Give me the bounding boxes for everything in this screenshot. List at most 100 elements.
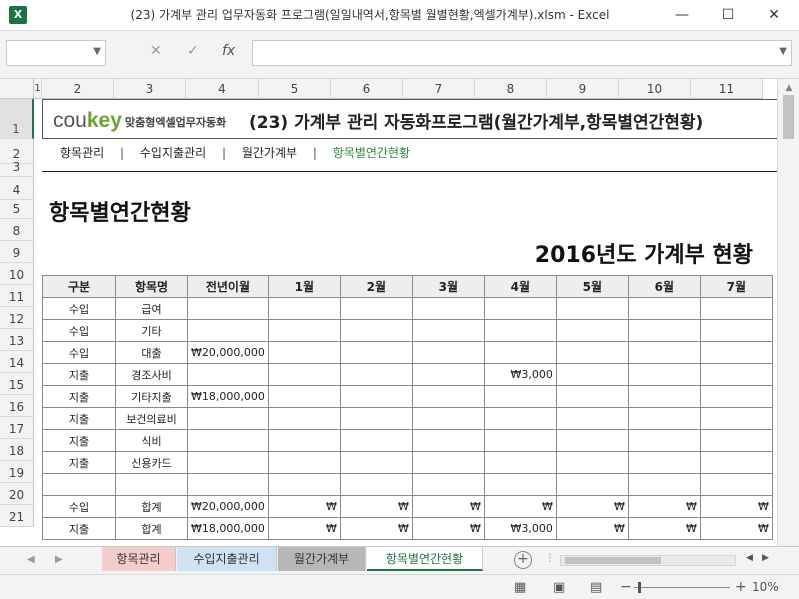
column-title-cell[interactable]: 1월 (267, 275, 341, 298)
table-cell[interactable]: 지출 (42, 385, 116, 408)
tab-annual-status[interactable]: 항목별연간현황 (367, 547, 483, 571)
table-cell[interactable] (483, 473, 557, 496)
column-title-cell[interactable]: 전년이월 (187, 275, 269, 298)
table-cell[interactable] (339, 385, 413, 408)
table-cell[interactable] (555, 473, 629, 496)
table-cell[interactable] (267, 363, 341, 386)
column-title-cell[interactable]: 5월 (555, 275, 629, 298)
tab-monthly-ledger[interactable]: 월간가계부 (278, 547, 366, 571)
table-cell[interactable] (339, 473, 413, 496)
column-header[interactable]: 5 (259, 79, 331, 99)
table-cell[interactable]: ₩20,000,000 (187, 495, 269, 518)
table-cell[interactable] (699, 297, 773, 320)
table-cell[interactable] (411, 363, 485, 386)
chevron-down-icon[interactable]: ▼ (93, 46, 101, 57)
scroll-left-icon[interactable]: ◀ (746, 553, 753, 563)
table-cell[interactable]: ₩ (627, 517, 701, 540)
table-cell[interactable] (627, 319, 701, 342)
table-cell[interactable]: 지출 (42, 451, 116, 474)
column-header[interactable]: 11 (691, 79, 763, 99)
row-header[interactable]: 3 (0, 160, 34, 177)
row-header[interactable]: 12 (0, 307, 34, 329)
maximize-button[interactable]: ☐ (705, 0, 751, 31)
table-cell[interactable] (555, 429, 629, 452)
table-cell[interactable] (627, 407, 701, 430)
row-header[interactable]: 21 (0, 505, 34, 527)
table-cell[interactable] (627, 429, 701, 452)
page-layout-icon[interactable]: ▣ (553, 580, 565, 595)
table-cell[interactable]: ₩ (411, 517, 485, 540)
row-header[interactable]: 16 (0, 395, 34, 417)
row-header[interactable]: 5 (0, 200, 34, 219)
table-cell[interactable]: 합계 (115, 495, 188, 518)
column-title-cell[interactable]: 3월 (411, 275, 485, 298)
table-cell[interactable] (267, 473, 341, 496)
table-cell[interactable] (267, 385, 341, 408)
table-cell[interactable] (555, 297, 629, 320)
table-cell[interactable]: 신용카드 (115, 451, 188, 474)
table-cell[interactable]: ₩ (555, 517, 629, 540)
table-cell[interactable]: ₩ (699, 517, 773, 540)
table-cell[interactable]: ₩ (627, 495, 701, 518)
expand-formula-icon[interactable]: ▼ (779, 46, 787, 57)
table-cell[interactable] (627, 341, 701, 364)
table-cell[interactable] (699, 407, 773, 430)
table-cell[interactable]: 급여 (115, 297, 188, 320)
cancel-icon[interactable]: ✕ (150, 43, 162, 59)
vertical-scrollbar[interactable]: ▲ (777, 79, 799, 546)
table-cell[interactable] (699, 429, 773, 452)
table-cell[interactable] (339, 451, 413, 474)
minimize-button[interactable]: — (659, 0, 705, 31)
row-header[interactable]: 19 (0, 461, 34, 483)
table-cell[interactable] (555, 451, 629, 474)
table-cell[interactable] (411, 407, 485, 430)
table-cell[interactable] (699, 385, 773, 408)
table-cell[interactable] (339, 319, 413, 342)
row-header[interactable]: 1 (0, 99, 34, 139)
table-cell[interactable]: ₩ (339, 517, 413, 540)
table-cell[interactable] (555, 385, 629, 408)
horizontal-scrollbar[interactable] (560, 555, 736, 566)
row-header[interactable]: 4 (0, 177, 34, 200)
column-title-cell[interactable]: 4월 (483, 275, 557, 298)
tab-items[interactable]: 항목관리 (102, 547, 176, 571)
tab-split-handle[interactable]: ⋮ (545, 553, 555, 564)
table-cell[interactable] (267, 451, 341, 474)
table-cell[interactable]: ₩ (699, 495, 773, 518)
table-cell[interactable] (187, 363, 269, 386)
table-cell[interactable]: 보건의료비 (115, 407, 188, 430)
zoom-in-button[interactable]: + (735, 579, 747, 595)
zoom-slider-handle[interactable] (638, 582, 641, 593)
table-cell[interactable] (627, 363, 701, 386)
table-cell[interactable] (555, 363, 629, 386)
row-header[interactable]: 10 (0, 263, 34, 285)
table-cell[interactable] (339, 363, 413, 386)
table-cell[interactable] (555, 341, 629, 364)
table-cell[interactable] (483, 407, 557, 430)
column-title-cell[interactable]: 2월 (339, 275, 413, 298)
table-cell[interactable]: 수입 (42, 297, 116, 320)
table-cell[interactable] (627, 473, 701, 496)
row-header[interactable]: 13 (0, 329, 34, 351)
zoom-slider[interactable] (634, 587, 730, 588)
table-cell[interactable]: 지출 (42, 517, 116, 540)
column-header[interactable]: 10 (619, 79, 691, 99)
table-cell[interactable]: ₩ (339, 495, 413, 518)
table-cell[interactable]: 합계 (115, 517, 188, 540)
add-sheet-button[interactable]: + (514, 551, 532, 569)
table-cell[interactable]: ₩ (267, 517, 341, 540)
row-header[interactable]: 20 (0, 483, 34, 505)
nav-link-monthly-ledger[interactable]: 월간가계부 (242, 144, 297, 161)
table-cell[interactable] (411, 473, 485, 496)
zoom-out-button[interactable]: − (620, 579, 632, 595)
table-cell[interactable] (483, 319, 557, 342)
table-cell[interactable]: 기타지출 (115, 385, 188, 408)
column-header[interactable]: 6 (331, 79, 403, 99)
table-cell[interactable] (187, 297, 269, 320)
table-cell[interactable] (699, 451, 773, 474)
table-cell[interactable]: ₩ (267, 495, 341, 518)
name-box[interactable]: ▼ (6, 40, 106, 66)
scroll-right-icon[interactable]: ▶ (762, 553, 769, 563)
column-header[interactable]: 8 (475, 79, 547, 99)
table-cell[interactable] (187, 319, 269, 342)
